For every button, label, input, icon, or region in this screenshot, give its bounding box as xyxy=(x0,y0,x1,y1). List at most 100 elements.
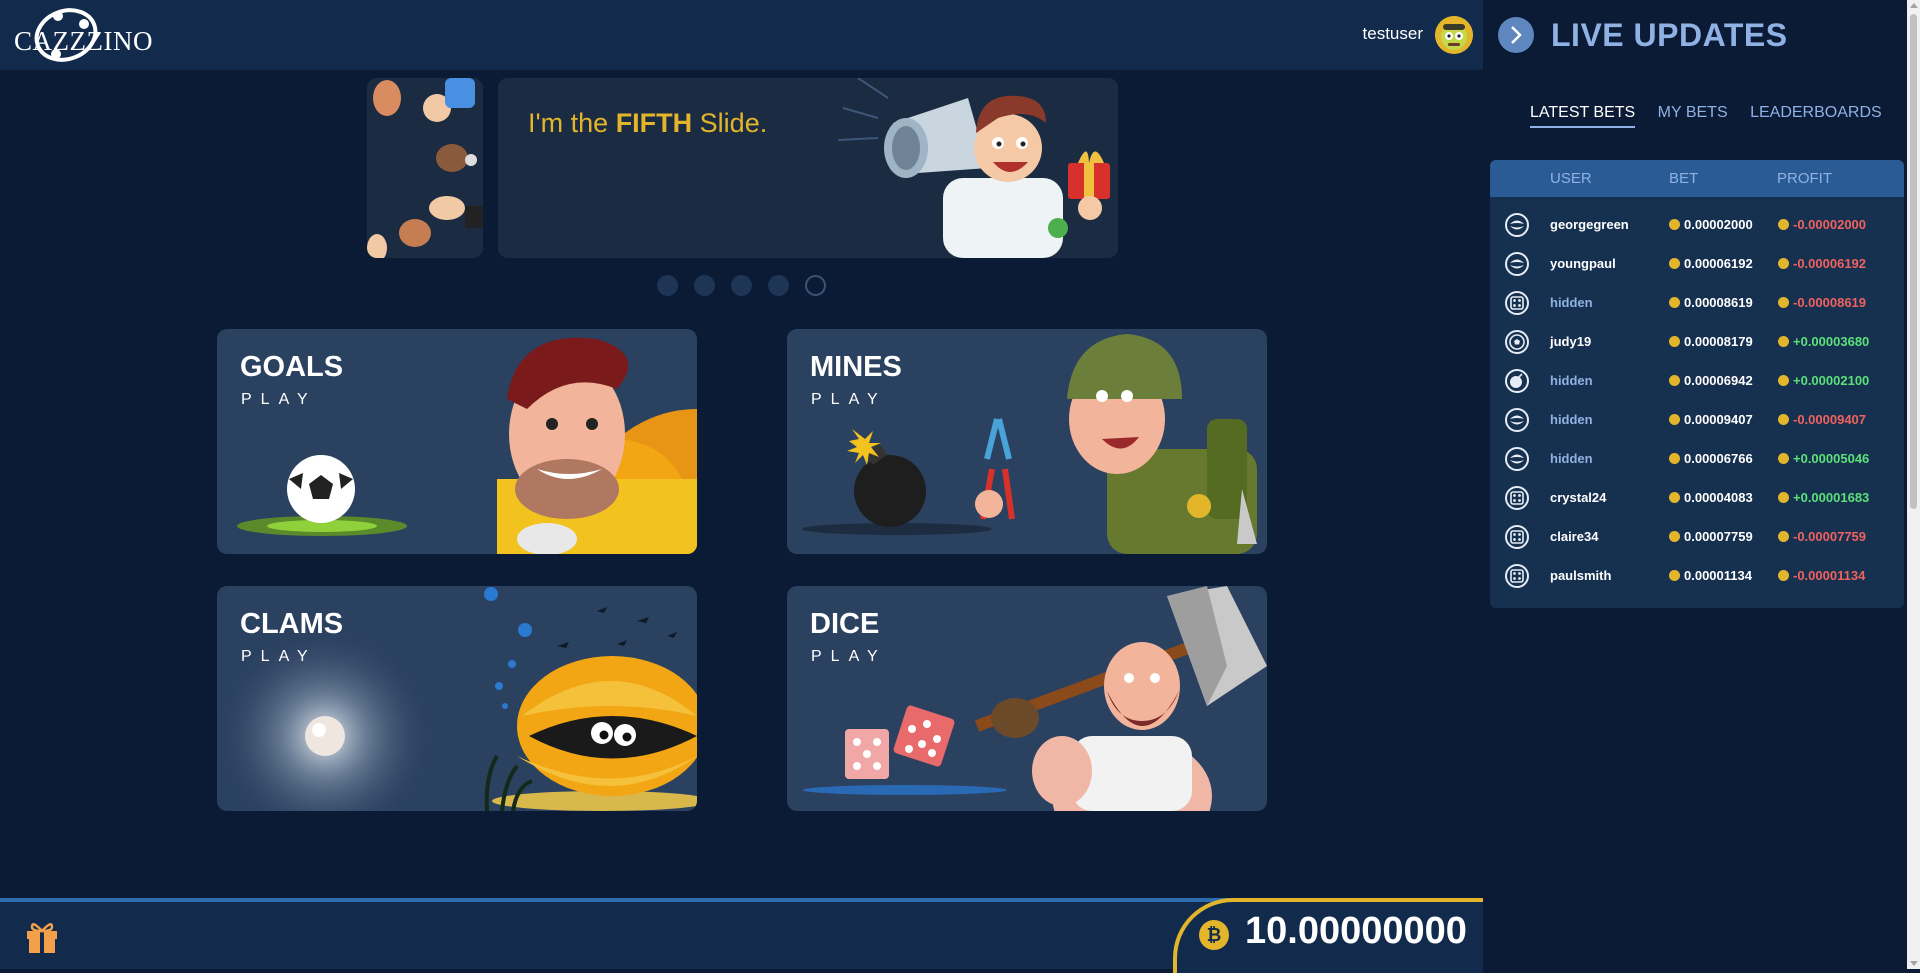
table-body: georgegreen 0.00002000 -0.00002000 youngpau… xyxy=(1490,197,1904,595)
bet-profit-value: -0.00007759 xyxy=(1793,529,1867,544)
bet-user[interactable]: youngpaul xyxy=(1550,256,1616,271)
bet-profit: -0.00008619 xyxy=(1778,295,1866,310)
bet-profit-value: +0.00005046 xyxy=(1793,451,1870,466)
tab-latest-bets[interactable]: LATEST BETS xyxy=(1530,104,1636,128)
table-row[interactable]: youngpaul 0.00006192 -0.00006192 xyxy=(1490,244,1904,283)
game-title: DICE xyxy=(810,608,880,640)
dice-icon xyxy=(1505,525,1529,549)
bet-user[interactable]: crystal24 xyxy=(1550,490,1606,505)
gift-button[interactable] xyxy=(24,918,60,954)
latest-bets-table: USER BET PROFIT georgegreen 0.00002000 -0.… xyxy=(1490,160,1904,608)
goals-icon xyxy=(1505,330,1529,354)
bitcoin-icon xyxy=(1669,453,1680,464)
scroll-down-icon[interactable] xyxy=(1910,961,1918,966)
bitcoin-icon xyxy=(1778,297,1789,308)
bitcoin-icon xyxy=(1669,492,1680,503)
table-row[interactable]: hidden 0.00006942 +0.00002100 xyxy=(1490,361,1904,400)
table-header: USER BET PROFIT xyxy=(1490,160,1904,197)
tab-my-bets[interactable]: MY BETS xyxy=(1658,104,1728,126)
bet-amount-value: 0.00001134 xyxy=(1684,568,1752,583)
tab-leaderboards[interactable]: LEADERBOARDS xyxy=(1750,104,1882,126)
game-play-label[interactable]: PLAY xyxy=(241,391,317,409)
bet-profit: -0.00006192 xyxy=(1778,256,1866,271)
column-header-user: USER xyxy=(1550,170,1592,187)
bet-amount-value: 0.00007759 xyxy=(1684,529,1753,544)
bet-amount: 0.00001134 xyxy=(1669,568,1752,583)
table-row[interactable]: hidden 0.00008619 -0.00008619 xyxy=(1490,283,1904,322)
game-card-goals[interactable]: GOALS PLAY xyxy=(217,329,697,554)
table-row[interactable]: hidden 0.00009407 -0.00009407 xyxy=(1490,400,1904,439)
dice-icon xyxy=(1505,291,1529,315)
bet-amount-value: 0.00008179 xyxy=(1684,334,1753,349)
slider-dot[interactable] xyxy=(657,275,678,296)
bet-user: hidden xyxy=(1550,373,1593,388)
bet-amount: 0.00006766 xyxy=(1669,451,1753,466)
column-header-profit: PROFIT xyxy=(1777,170,1832,187)
bet-profit-value: -0.00009407 xyxy=(1793,412,1867,427)
game-title: CLAMS xyxy=(240,608,344,640)
slider-dot[interactable] xyxy=(768,275,789,296)
bet-user[interactable]: judy19 xyxy=(1550,334,1591,349)
game-card-dice[interactable]: DICE PLAY xyxy=(787,586,1267,811)
panel-header: LIVE UPDATES xyxy=(1483,0,1920,70)
bet-amount-value: 0.00006766 xyxy=(1684,451,1753,466)
game-play-label[interactable]: PLAY xyxy=(241,648,317,666)
game-card-mines[interactable]: MINES PLAY xyxy=(787,329,1267,554)
bet-profit: +0.00001683 xyxy=(1778,490,1869,505)
game-play-label[interactable]: PLAY xyxy=(811,648,887,666)
bet-profit: -0.00009407 xyxy=(1778,412,1866,427)
table-row[interactable]: paulsmith 0.00001134 -0.00001134 xyxy=(1490,556,1904,595)
bitcoin-icon xyxy=(1778,570,1789,581)
panel-tabs: LATEST BETS MY BETS LEADERBOARDS xyxy=(1530,104,1900,128)
bet-user[interactable]: paulsmith xyxy=(1550,568,1611,583)
slider-dot[interactable] xyxy=(694,275,715,296)
game-title: GOALS xyxy=(240,351,344,383)
bet-profit-value: -0.00006192 xyxy=(1793,256,1867,271)
bet-amount-value: 0.00006192 xyxy=(1684,256,1753,271)
table-row[interactable]: claire34 0.00007759 -0.00007759 xyxy=(1490,517,1904,556)
bet-amount-value: 0.00009407 xyxy=(1684,412,1753,427)
scroll-up-icon[interactable] xyxy=(1910,3,1918,8)
dice-icon xyxy=(1505,564,1529,588)
dice-icon xyxy=(1505,486,1529,510)
logo[interactable]: CAZZZINO xyxy=(6,6,152,64)
bitcoin-icon xyxy=(1778,414,1789,425)
bet-amount: 0.00008179 xyxy=(1669,334,1753,349)
bet-profit-value: +0.00002100 xyxy=(1793,373,1870,388)
current-slide[interactable]: I'm the FIFTH Slide. xyxy=(498,78,1118,258)
table-row[interactable]: judy19 0.00008179 +0.00003680 xyxy=(1490,322,1904,361)
slider-dot[interactable] xyxy=(731,275,752,296)
game-title: MINES xyxy=(810,351,902,383)
game-play-label[interactable]: PLAY xyxy=(811,391,887,409)
scrollbar[interactable] xyxy=(1907,0,1920,969)
username[interactable]: testuser xyxy=(1363,24,1423,44)
bet-profit-value: -0.00001134 xyxy=(1793,568,1866,583)
bottom-bar: ₿ 10.00000000 xyxy=(0,898,1483,973)
game-card-clams[interactable]: CLAMS PLAY xyxy=(217,586,697,811)
bet-amount: 0.00007759 xyxy=(1669,529,1753,544)
mines-icon xyxy=(1505,369,1529,393)
slider-dot-active[interactable] xyxy=(805,275,826,296)
avatar[interactable] xyxy=(1435,16,1473,54)
bet-profit-value: +0.00001683 xyxy=(1793,490,1870,505)
bet-user[interactable]: georgegreen xyxy=(1550,217,1629,232)
bet-profit-value: -0.00002000 xyxy=(1793,217,1867,232)
bitcoin-icon xyxy=(1778,531,1789,542)
table-row[interactable]: georgegreen 0.00002000 -0.00002000 xyxy=(1490,205,1904,244)
scrollbar-thumb[interactable] xyxy=(1910,14,1917,509)
bet-user: hidden xyxy=(1550,451,1593,466)
table-row[interactable]: crystal24 0.00004083 +0.00001683 xyxy=(1490,478,1904,517)
bitcoin-icon xyxy=(1778,258,1789,269)
bet-user[interactable]: claire34 xyxy=(1550,529,1598,544)
previous-slide[interactable] xyxy=(367,78,483,258)
column-header-bet: BET xyxy=(1669,170,1699,187)
table-row[interactable]: hidden 0.00006766 +0.00005046 xyxy=(1490,439,1904,478)
promo-slider[interactable]: I'm the FIFTH Slide. xyxy=(367,78,1118,258)
bitcoin-icon xyxy=(1669,414,1680,425)
collapse-panel-button[interactable] xyxy=(1498,17,1534,53)
clams-icon xyxy=(1505,213,1529,237)
zombie-avatar-icon xyxy=(1435,16,1473,54)
chevron-right-icon xyxy=(1511,26,1522,44)
bet-amount-value: 0.00008619 xyxy=(1684,295,1753,310)
slide-text: I'm the FIFTH Slide. xyxy=(528,108,768,138)
